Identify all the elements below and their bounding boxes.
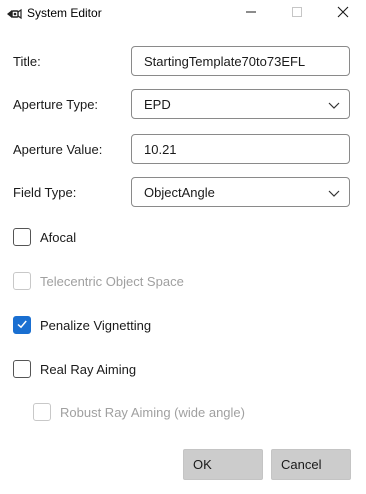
real-ray-aiming-checkbox-row[interactable]: Real Ray Aiming (13, 359, 136, 379)
aperture-type-value: EPD (144, 96, 171, 112)
checkmark-icon (16, 318, 28, 333)
telecentric-checkbox (13, 272, 31, 290)
maximize-button (274, 0, 320, 28)
telecentric-label: Telecentric Object Space (40, 273, 184, 289)
field-type-dropdown[interactable]: ObjectAngle (131, 177, 350, 207)
afocal-label: Afocal (40, 229, 77, 245)
robust-ray-aiming-checkbox-row: Robust Ray Aiming (wide angle) (33, 402, 245, 422)
camera-lens-icon (6, 7, 22, 21)
afocal-checkbox[interactable] (13, 228, 31, 246)
robust-ray-aiming-label: Robust Ray Aiming (wide angle) (60, 404, 245, 420)
title-bar: System Editor (0, 0, 366, 28)
title-input-value: StartingTemplate70to73EFL (144, 53, 306, 69)
aperture-type-dropdown[interactable]: EPD (131, 89, 350, 119)
title-label: Title: (13, 54, 41, 69)
chevron-down-icon (327, 186, 341, 200)
penalize-vignetting-checkbox-row[interactable]: Penalize Vignetting (13, 315, 151, 335)
aperture-value-input[interactable]: 10.21 (131, 134, 350, 164)
telecentric-checkbox-row: Telecentric Object Space (13, 271, 184, 291)
real-ray-aiming-label: Real Ray Aiming (40, 361, 137, 377)
field-type-label: Field Type: (13, 185, 77, 200)
window-title: System Editor (27, 6, 102, 20)
robust-ray-aiming-checkbox (33, 403, 51, 421)
aperture-value-value: 10.21 (144, 141, 177, 157)
afocal-checkbox-row[interactable]: Afocal (13, 227, 76, 247)
cancel-button[interactable]: Cancel (271, 449, 351, 480)
field-type-value: ObjectAngle (144, 184, 215, 200)
title-input[interactable]: StartingTemplate70to73EFL (131, 46, 350, 76)
minimize-button[interactable] (228, 0, 274, 28)
minimize-icon (245, 5, 257, 23)
ok-button[interactable]: OK (183, 449, 263, 480)
close-icon (337, 5, 349, 23)
aperture-type-label: Aperture Type: (13, 97, 99, 112)
aperture-value-label: Aperture Value: (13, 142, 103, 157)
penalize-vignetting-label: Penalize Vignetting (40, 317, 152, 333)
close-button[interactable] (320, 0, 366, 28)
cancel-button-label: Cancel (281, 457, 322, 472)
real-ray-aiming-checkbox[interactable] (13, 360, 31, 378)
chevron-down-icon (327, 98, 341, 112)
maximize-icon (291, 5, 303, 23)
penalize-vignetting-checkbox[interactable] (13, 316, 31, 334)
ok-button-label: OK (193, 457, 212, 472)
